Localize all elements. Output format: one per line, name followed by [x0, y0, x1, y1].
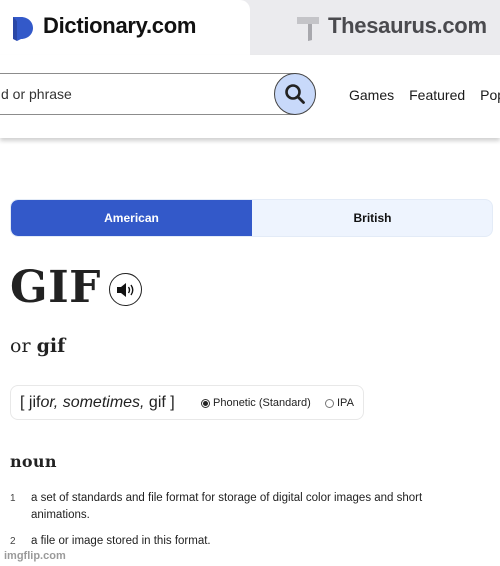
nav-games[interactable]: Games [349, 87, 394, 103]
tab-thesaurus[interactable]: Thesaurus.com [250, 0, 500, 55]
variant-prefix: or [10, 335, 31, 357]
pron-part-1: jif [28, 394, 41, 411]
main-nav: Games Featured Pop [349, 87, 500, 103]
dictionary-brand-label: Dictionary.com [43, 13, 197, 38]
site-tab-bar: Dictionary.com Thesaurus.com [0, 0, 500, 55]
pron-part-3: gif [144, 394, 166, 411]
audio-button[interactable] [109, 273, 142, 306]
search-button[interactable] [274, 73, 316, 115]
dictionary-logo-icon [13, 17, 33, 41]
variant-spelling: or gif [10, 335, 65, 357]
toggle-american[interactable]: American [11, 200, 252, 236]
radio-ipa-label: IPA [337, 397, 354, 409]
pronunciation-box: [ jifor, sometimes, gif ] Phonetic (Stan… [10, 385, 364, 420]
definition-number: 2 [10, 536, 16, 547]
search-box [0, 73, 316, 115]
radio-ipa[interactable]: IPA [325, 397, 354, 409]
definition-text: a file or image stored in this format. [31, 535, 211, 547]
pronunciation-text: [ jifor, sometimes, gif ] [20, 394, 175, 412]
radio-phonetic-label: Phonetic (Standard) [213, 397, 311, 409]
radio-unselected-icon [325, 398, 334, 408]
pron-open-bracket: [ [20, 394, 29, 411]
variant-word: gif [36, 335, 66, 357]
tab-dictionary[interactable]: Dictionary.com [0, 0, 250, 55]
speaker-icon [116, 282, 133, 297]
definition-text: a set of standards and file format for s… [31, 492, 423, 521]
definition-number: 1 [10, 493, 16, 504]
thesaurus-logo-icon [297, 17, 319, 41]
nav-featured[interactable]: Featured [409, 87, 465, 103]
search-icon [285, 84, 305, 104]
watermark: imgflip.com [4, 550, 66, 562]
part-of-speech: noun [10, 452, 57, 471]
dialect-toggle: American British [10, 199, 493, 237]
headword: GIF [10, 262, 101, 313]
radio-selected-icon [201, 398, 210, 408]
thesaurus-brand-label: Thesaurus.com [328, 13, 487, 38]
pron-part-2: or, sometimes, [40, 394, 145, 411]
header: Games Featured Pop [0, 55, 500, 138]
radio-phonetic[interactable]: Phonetic (Standard) [201, 397, 311, 409]
search-input[interactable] [1, 74, 251, 114]
toggle-british[interactable]: British [252, 200, 492, 236]
nav-popular[interactable]: Pop [480, 87, 500, 103]
pron-close-bracket: ] [165, 394, 175, 411]
